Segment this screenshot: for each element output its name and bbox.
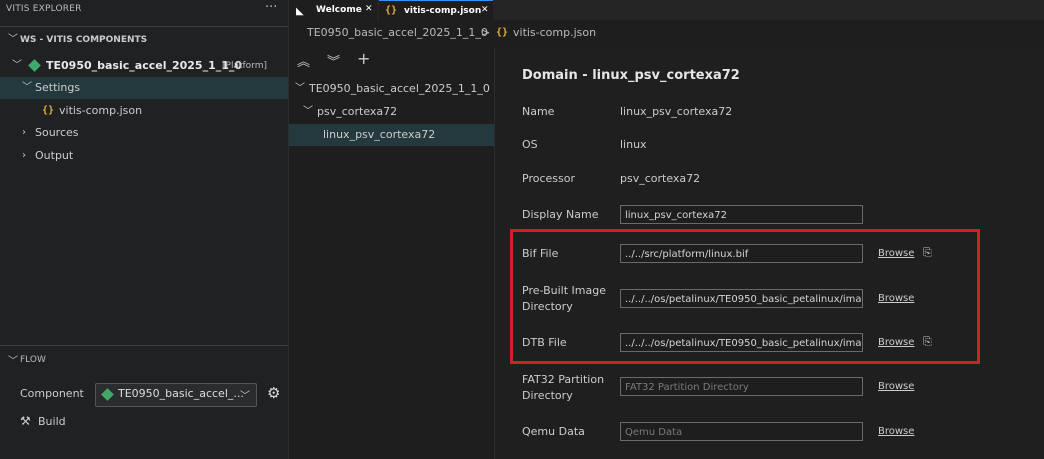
tree-node-platform[interactable]: ﹀ TE0950_basic_accel_2025_1_1_0 [289,78,494,100]
chevron-down-icon: ﹀ [240,391,250,402]
tree-node-label: psv_cortexa72 [317,105,398,118]
component-dropdown[interactable]: TE0950_basic_accel_... ﹀ [95,383,257,407]
domain-title: Domain - linux_psv_cortexa72 [522,68,740,83]
amd-logo-icon: ◣ [296,6,304,17]
chevron-right-icon: › [22,127,26,138]
chevron-down-icon: ﹀ [8,356,18,367]
tab-welcome[interactable]: ◣ Welcome ✕ [289,0,377,20]
tree-node-domain[interactable]: linux_psv_cortexa72 [289,124,494,146]
chevron-down-icon: ﹀ [12,60,22,71]
vitis-explorer-panel: VITIS EXPLORER ··· ﹀ WS - VITIS COMPONEN… [0,0,289,459]
fat32-partition-input[interactable]: FAT32 Partition Directory [620,377,863,396]
breadcrumb-separator: > [481,26,491,39]
display-name-input[interactable]: linux_psv_cortexa72 [620,205,863,224]
tab-json-label: vitis-comp.json [404,6,482,16]
expand-all-icon[interactable]: ︽ [297,51,310,70]
settings-label: Settings [35,81,81,94]
os-value: linux [620,138,647,151]
qemu-data-label: Qemu Data [522,425,585,438]
divider [0,345,288,346]
chevron-right-icon: › [22,150,26,161]
flow-title: FLOW [20,355,46,365]
chevron-down-icon: ﹀ [295,83,305,94]
qemu-browse-button[interactable]: Browse [878,426,914,437]
platform-tag: [Platform] [222,61,267,71]
component-value: TE0950_basic_accel_... [118,387,244,400]
explorer-title: VITIS EXPLORER [6,4,82,14]
qemu-data-input[interactable]: Qemu Data [620,422,863,441]
chevron-down-icon: ﹀ [22,82,32,93]
file-label: vitis-comp.json [59,104,143,117]
tab-bar: ◣ Welcome ✕ {} vitis-comp.json ✕ [289,0,1044,21]
breadcrumb: TE0950_basic_accel_2025_1_1_0 > {} vitis… [289,20,1044,46]
component-label: Component [20,387,84,400]
breadcrumb-file[interactable]: vitis-comp.json [513,20,596,46]
workspace-title: WS - VITIS COMPONENTS [20,35,148,45]
json-file-icon: {} [385,5,398,16]
processor-value: psv_cortexa72 [620,172,701,185]
platform-icon [28,59,41,72]
build-icon: ⚒ [20,414,31,428]
workspace-section-header[interactable]: ﹀ WS - VITIS COMPONENTS [0,29,288,51]
name-value: linux_psv_cortexa72 [620,105,733,118]
chevron-down-icon: ﹀ [8,34,18,45]
fat32-label: FAT32 Partition Directory [522,372,604,404]
divider [0,26,288,27]
json-file-icon: {} [496,27,509,38]
processor-label: Processor [522,172,575,185]
fat32-label-line1: FAT32 Partition [522,373,605,386]
collapse-all-icon[interactable]: ︾ [327,51,340,70]
add-icon[interactable]: + [357,49,370,68]
close-icon[interactable]: ✕ [365,0,373,18]
tree-item-output[interactable]: › Output [0,145,288,167]
platform-icon [101,388,114,401]
tab-vitis-comp-json[interactable]: {} vitis-comp.json ✕ [379,0,493,21]
sources-label: Sources [35,126,79,139]
output-label: Output [35,149,74,162]
breadcrumb-root[interactable]: TE0950_basic_accel_2025_1_1_0 [307,20,488,46]
build-label[interactable]: Build [38,415,66,428]
fat32-browse-button[interactable]: Browse [878,381,914,392]
json-file-icon: {} [42,105,55,116]
platform-name: TE0950_basic_accel_2025_1_1_0 [46,59,243,72]
chevron-down-icon: ﹀ [303,106,313,117]
platform-tree-item[interactable]: ﹀ TE0950_basic_accel_2025_1_1_0 [Platfor… [0,55,288,77]
close-icon[interactable]: ✕ [481,1,489,19]
display-name-label: Display Name [522,208,599,221]
tree-item-settings[interactable]: ﹀ Settings [0,77,288,99]
gear-icon[interactable]: ⚙ [267,384,280,402]
fat32-label-line2: Directory [522,389,573,402]
tree-node-label: linux_psv_cortexa72 [323,128,436,141]
name-label: Name [522,105,555,118]
more-actions-icon[interactable]: ··· [265,0,277,15]
domain-tree-panel: ︽ ︾ + ﹀ TE0950_basic_accel_2025_1_1_0 ﹀ … [289,47,495,459]
tab-welcome-label: Welcome [316,5,362,15]
highlight-box [510,229,980,364]
tree-item-vitis-comp-json[interactable]: {} vitis-comp.json [0,100,288,122]
os-label: OS [522,138,538,151]
tree-node-label: TE0950_basic_accel_2025_1_1_0 [309,82,490,95]
tree-item-sources[interactable]: › Sources [0,122,288,144]
tree-node-processor[interactable]: ﹀ psv_cortexa72 [289,101,494,123]
